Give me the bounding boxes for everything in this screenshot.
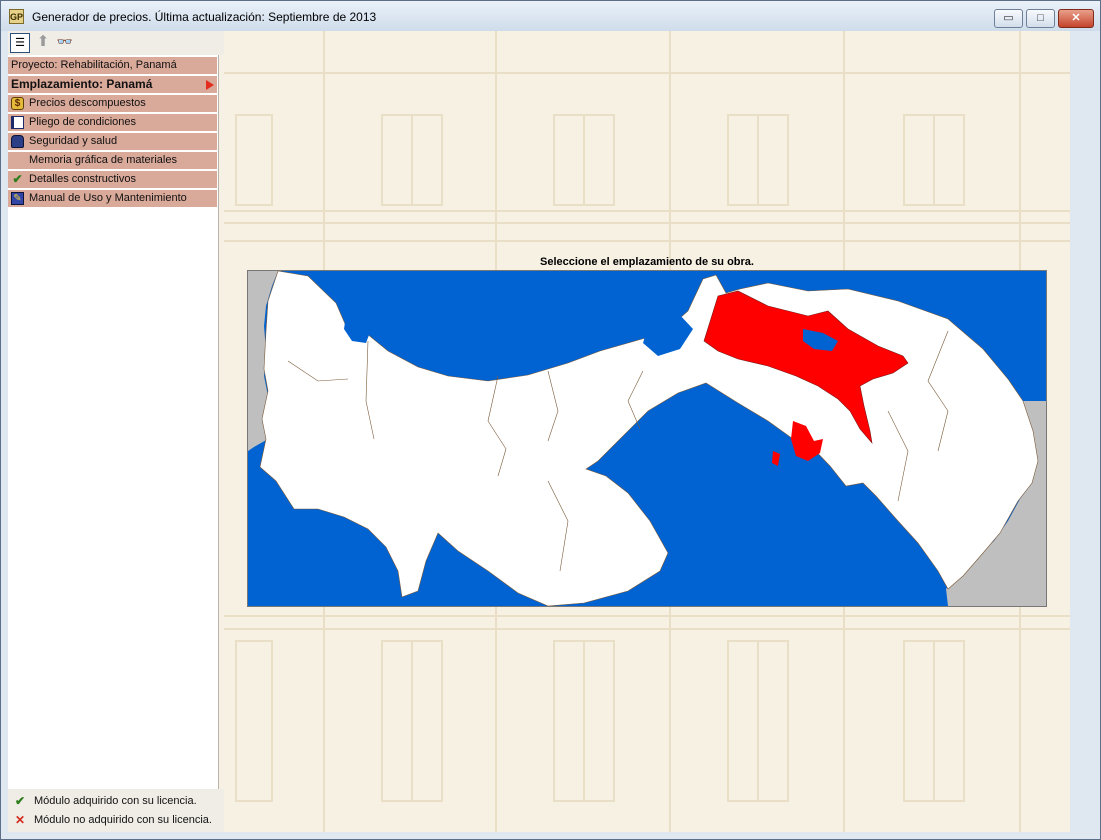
sidebar-item-memoria[interactable]: Memoria gráfica de materiales	[8, 152, 217, 170]
close-button[interactable]: ✕	[1058, 9, 1094, 28]
sidebar-item-label: Precios descompuestos	[29, 97, 146, 109]
panama-map[interactable]	[247, 270, 1047, 607]
app-icon: GP	[9, 9, 24, 24]
sidebar-item-label: Detalles constructivos	[29, 173, 136, 185]
legend-acquired-text: Módulo adquirido con su licencia.	[34, 795, 197, 807]
content-area: ? Seleccione el emplazamiento de su obra…	[224, 31, 1070, 832]
project-row[interactable]: Proyecto: Rehabilitación, Panamá	[8, 57, 217, 75]
license-legend: ✔ Módulo adquirido con su licencia. ✕ Mó…	[8, 789, 224, 832]
manual-icon: ✎	[11, 192, 24, 205]
panama-map-svg	[248, 271, 1046, 606]
helmet-icon	[11, 135, 24, 148]
title-bar[interactable]: GP Generador de precios. Última actualiz…	[1, 1, 1100, 31]
location-row[interactable]: Emplazamiento: Panamá	[8, 76, 217, 94]
arrow-right-icon	[206, 80, 214, 90]
check-icon: ✔	[12, 172, 23, 186]
sidebar-item-label: Pliego de condiciones	[29, 116, 137, 128]
cross-icon: ✕	[14, 813, 26, 827]
coin-icon: $	[11, 97, 24, 110]
sidebar-item-label: Memoria gráfica de materiales	[29, 154, 177, 166]
legend-not-acquired: ✕ Módulo no adquirido con su licencia.	[8, 811, 224, 829]
islet-selected[interactable]	[772, 451, 780, 466]
app-window: GP Generador de precios. Última actualiz…	[0, 0, 1101, 840]
sidebar: Proyecto: Rehabilitación, Panamá Emplaza…	[8, 55, 219, 791]
sidebar-item-detalles[interactable]: ✔ Detalles constructivos	[8, 171, 217, 189]
sidebar-item-label: Manual de Uso y Mantenimiento	[29, 192, 187, 204]
maximize-button[interactable]: □	[1026, 9, 1055, 28]
legend-not-acquired-text: Módulo no adquirido con su licencia.	[34, 814, 212, 826]
minimize-button[interactable]: ▭	[994, 9, 1023, 28]
map-title: Seleccione el emplazamiento de su obra.	[540, 256, 754, 268]
toolbar: ☰ ⬆ 👓	[8, 31, 224, 55]
check-icon: ✔	[14, 794, 26, 808]
sidebar-item-pliego[interactable]: Pliego de condiciones	[8, 114, 217, 132]
sidebar-item-manual[interactable]: ✎ Manual de Uso y Mantenimiento	[8, 190, 217, 208]
project-label: Proyecto: Rehabilitación, Panamá	[11, 59, 177, 71]
legend-acquired: ✔ Módulo adquirido con su licencia.	[8, 792, 224, 810]
document-icon	[11, 116, 24, 129]
location-label: Emplazamiento: Panamá	[11, 77, 153, 91]
land-panama[interactable]	[259, 271, 1039, 606]
window-title: Generador de precios. Última actualizaci…	[32, 10, 377, 24]
up-arrow-icon[interactable]: ⬆	[33, 33, 53, 53]
binoculars-icon[interactable]: 👓	[55, 33, 75, 53]
client-area: ☰ ⬆ 👓 Proyecto: Rehabilitación, Panamá E…	[8, 31, 1070, 832]
sidebar-item-precios[interactable]: $ Precios descompuestos	[8, 95, 217, 113]
sidebar-item-seguridad[interactable]: Seguridad y salud	[8, 133, 217, 151]
sidebar-item-label: Seguridad y salud	[29, 135, 118, 147]
list-view-icon[interactable]: ☰	[10, 33, 30, 53]
